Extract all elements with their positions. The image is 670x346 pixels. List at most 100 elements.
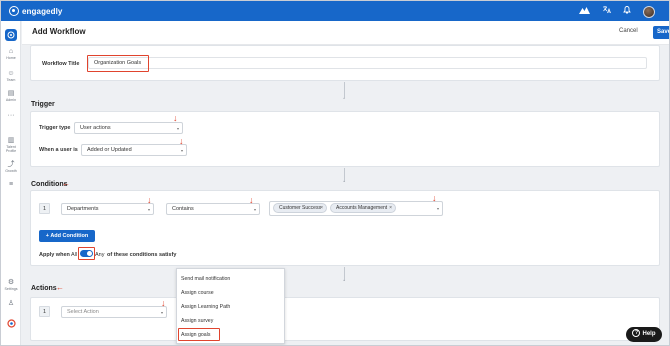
sidebar-item-growth[interactable]: ⤴ Growth xyxy=(1,161,21,173)
trigger-type-select[interactable]: User actions ▾ xyxy=(74,122,183,134)
talent-profile-icon: ▥ xyxy=(7,137,15,144)
sidebar-item-home[interactable]: ⌂ Home xyxy=(1,48,21,60)
add-condition-button[interactable]: + Add Condition xyxy=(39,230,95,242)
more-icon: ··· xyxy=(7,112,15,119)
red-arrow-left: ← xyxy=(62,179,70,188)
sidebar-item-brand-mark xyxy=(1,319,21,330)
chip-label: Accounts Management xyxy=(336,205,388,211)
close-icon[interactable]: × xyxy=(389,204,392,213)
page-header: Add Workflow Cancel Save xyxy=(22,21,669,45)
top-bar: engagedly xyxy=(1,1,669,21)
trigger-section-title: Trigger xyxy=(31,101,55,108)
highlight-toggle xyxy=(78,247,95,260)
caret-down-icon: ▾ xyxy=(160,310,163,315)
when-user-label: When a user is xyxy=(39,147,78,153)
sidebar-item-more[interactable]: ··· xyxy=(1,112,21,120)
red-arrow-left: ← xyxy=(56,283,64,292)
highlight-workflow-title xyxy=(87,55,149,72)
sidebar-item-label: Team xyxy=(6,78,16,82)
workflow-title-input[interactable]: Organization Goals xyxy=(88,57,647,69)
team-icon: ☺ xyxy=(7,70,15,77)
apply-suffix-label: of these conditions satisfy xyxy=(107,252,177,258)
bell-icon[interactable] xyxy=(623,5,631,18)
cancel-button[interactable]: Cancel xyxy=(619,28,638,34)
caret-down-icon: ▾ xyxy=(176,126,179,131)
caret-down-icon: ▾ xyxy=(147,207,150,212)
menu-item-assign-survey[interactable]: Assign survey xyxy=(181,318,213,324)
menu-item-send-mail[interactable]: Send mail notification xyxy=(181,276,230,282)
menu-item-assign-learning-path[interactable]: Assign Learning Path xyxy=(181,304,230,310)
caret-down-icon: ▾ xyxy=(180,148,183,153)
sidebar-item-team[interactable]: ☺ Team xyxy=(1,70,21,82)
sidebar-item-label: Talent Profile xyxy=(5,145,17,153)
action-select[interactable]: Select Action ▾ xyxy=(61,306,167,318)
workflow-title-label: Workflow Title xyxy=(42,61,80,67)
question-icon: ? xyxy=(632,329,641,338)
apply-all-label: All xyxy=(71,252,78,258)
sidebar: ⌂ Home ☺ Team ▤ Admin ··· ▥ Talent Profi… xyxy=(1,21,21,345)
red-arrow-down: ↓ xyxy=(147,195,152,205)
trigger-type-label: Trigger type xyxy=(39,125,71,131)
value-chip[interactable]: Accounts Management × xyxy=(330,203,396,213)
red-arrow-down: ↓ xyxy=(173,113,178,123)
red-arrow-down: ↓ xyxy=(179,136,184,146)
top-bar-icons xyxy=(579,5,655,18)
sidebar-item-label: Growth xyxy=(5,169,17,173)
when-user-select[interactable]: Added or Updated ▾ xyxy=(81,144,187,156)
sidebar-item-menu[interactable]: ≡ xyxy=(1,181,21,189)
condition-row-number: 1 xyxy=(39,203,50,214)
when-user-value: Added or Updated xyxy=(87,147,132,153)
brand-logo[interactable]: engagedly xyxy=(9,6,62,16)
close-icon[interactable]: × xyxy=(320,204,323,213)
condition-field-select[interactable]: Departments ▾ xyxy=(61,203,154,215)
home-active-icon xyxy=(5,29,17,41)
chevron-down-icon: ⌄ xyxy=(342,178,347,184)
apply-any-label: Any xyxy=(95,252,105,258)
red-arrow-down: ↓ xyxy=(249,195,254,205)
help-button[interactable]: ? Help xyxy=(626,327,662,342)
chevron-down-icon: ⌄ xyxy=(342,277,347,283)
sidebar-item-settings[interactable]: ⚙ Settings xyxy=(1,279,21,291)
sidebar-item-admin[interactable]: ▤ Admin xyxy=(1,90,21,102)
menu-item-assign-course[interactable]: Assign course xyxy=(181,290,214,296)
sidebar-item-label: Admin xyxy=(5,98,17,102)
home-icon: ⌂ xyxy=(8,48,14,55)
app-window: engagedly ⌂ Home ☺ Team ▤ Admin ··· ▥ Ta… xyxy=(0,0,670,346)
menu-icon: ≡ xyxy=(8,181,14,188)
engagedly-logo-icon xyxy=(9,6,19,16)
settings-icon: ⚙ xyxy=(7,279,15,286)
translate-icon[interactable] xyxy=(602,5,611,18)
chevron-down-icon: ⌄ xyxy=(342,95,347,101)
caret-down-icon: ▾ xyxy=(253,207,256,212)
sidebar-item-user[interactable]: ♙ xyxy=(1,300,21,308)
trigger-type-value: User actions xyxy=(80,125,111,131)
red-arrow-down: ↓ xyxy=(161,298,166,308)
condition-operator-value: Contains xyxy=(172,206,194,212)
condition-field-value: Departments xyxy=(67,206,99,212)
apply-when-label: Apply when xyxy=(39,252,70,258)
actions-card xyxy=(30,297,660,341)
chip-label: Customer Success xyxy=(279,205,321,211)
brand-mark-icon xyxy=(6,319,16,328)
user-avatar[interactable] xyxy=(643,5,655,18)
red-arrow-down: ↓ xyxy=(432,193,437,203)
help-label: Help xyxy=(642,331,656,337)
trigger-card xyxy=(30,111,660,167)
sidebar-item-label: Settings xyxy=(4,287,18,291)
growth-icon: ⤴ xyxy=(7,161,15,168)
value-chip[interactable]: Customer Success × xyxy=(273,203,327,213)
sidebar-item-home-active[interactable] xyxy=(1,29,21,41)
page-title: Add Workflow xyxy=(32,27,86,36)
condition-operator-select[interactable]: Contains ▾ xyxy=(166,203,260,215)
action-row-number: 1 xyxy=(39,306,50,317)
highlight-assign-goals xyxy=(178,328,220,341)
brand-name: engagedly xyxy=(22,6,63,16)
mountain-icon[interactable] xyxy=(579,6,590,18)
sidebar-item-talent-profile[interactable]: ▥ Talent Profile xyxy=(1,137,21,153)
caret-down-icon: ▾ xyxy=(436,206,439,211)
user-icon: ♙ xyxy=(7,300,15,307)
admin-icon: ▤ xyxy=(7,90,15,97)
sidebar-item-label: Home xyxy=(6,56,16,60)
save-button[interactable]: Save xyxy=(653,26,669,39)
action-select-placeholder: Select Action xyxy=(67,309,99,315)
